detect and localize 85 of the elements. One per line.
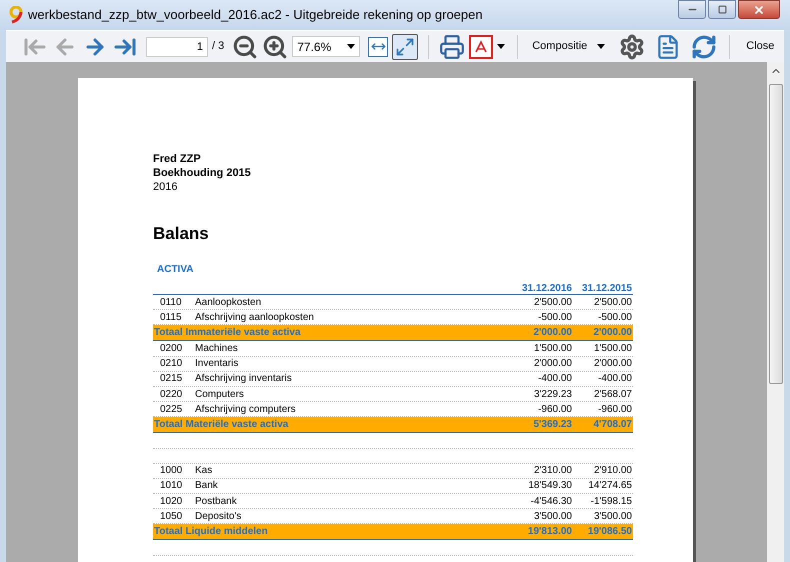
account-code: 1050 bbox=[159, 510, 184, 524]
account-code: 1020 bbox=[159, 494, 184, 509]
account-name: Kas bbox=[195, 464, 214, 478]
amount: 2'568.07 bbox=[592, 388, 633, 402]
app-logo-icon bbox=[8, 6, 24, 24]
report-header-line: 2016 bbox=[153, 180, 178, 194]
page-field[interactable]: 1 bbox=[146, 36, 208, 56]
account-name: Afschrijving inventaris bbox=[195, 372, 293, 386]
amount: -400.00 bbox=[597, 372, 633, 386]
account-name: Machines bbox=[195, 342, 239, 356]
report-header-line: Boekhouding 2015 bbox=[153, 166, 252, 180]
amount: 3'500.00 bbox=[532, 510, 573, 524]
total-amount: 5'369.23 bbox=[532, 418, 573, 432]
account-code: 1000 bbox=[159, 464, 184, 478]
settings-icon[interactable] bbox=[619, 34, 646, 60]
amount: 2'310.00 bbox=[532, 464, 573, 478]
account-code: 0200 bbox=[159, 342, 184, 356]
account-code: 0110 bbox=[159, 296, 183, 310]
account-name: Computers bbox=[195, 388, 245, 402]
amount: -1'598.15 bbox=[590, 494, 633, 509]
amount: -960.00 bbox=[537, 402, 573, 417]
amount: -500.00 bbox=[537, 310, 573, 325]
refresh-icon[interactable] bbox=[691, 34, 718, 60]
account-name: Bank bbox=[195, 479, 219, 494]
close-report-button[interactable]: Close bbox=[742, 38, 778, 55]
print-icon[interactable] bbox=[439, 34, 466, 60]
total-amount: 4'708.07 bbox=[592, 418, 633, 432]
amount: 2'500.00 bbox=[532, 296, 573, 310]
total-amount: 19'086.50 bbox=[586, 525, 633, 540]
account-code: 0210 bbox=[159, 357, 184, 372]
amount: 2'000.00 bbox=[592, 357, 633, 372]
window-title: werkbestand_zzp_btw_voorbeeld_2016.ac2 - Uitgebreide rekening op groepen bbox=[28, 6, 484, 24]
total-label: Totaal Immateriële vaste activa bbox=[153, 326, 302, 340]
pdf-icon[interactable] bbox=[469, 34, 494, 58]
maximize-icon bbox=[718, 5, 726, 14]
column-header: 31.12.2015 bbox=[580, 282, 633, 294]
caret-icon[interactable] bbox=[497, 44, 506, 49]
total-amount: 2'000.00 bbox=[592, 326, 633, 340]
layout-dropdown[interactable]: Compositie bbox=[530, 38, 608, 55]
close-button[interactable] bbox=[738, 0, 780, 19]
fit-page-button[interactable] bbox=[392, 34, 418, 60]
account-name: Afschrijving computers bbox=[195, 402, 297, 417]
amount: 3'229.23 bbox=[532, 388, 573, 402]
account-name: Inventaris bbox=[195, 357, 240, 372]
fit-width-button[interactable] bbox=[368, 36, 388, 56]
scrollbar[interactable] bbox=[767, 62, 784, 562]
account-name: Afschrijving aanloopkosten bbox=[195, 310, 315, 325]
report-title: Balans bbox=[153, 224, 210, 244]
zoom-in-icon[interactable] bbox=[262, 34, 288, 60]
amount: 1'500.00 bbox=[592, 342, 633, 356]
close-icon bbox=[753, 4, 765, 16]
account-code: 0225 bbox=[159, 402, 184, 417]
caret-icon bbox=[597, 44, 606, 49]
total-label: Totaal Liquide middelen bbox=[153, 525, 269, 540]
amount: -960.00 bbox=[597, 402, 633, 417]
minimize-button[interactable] bbox=[678, 0, 706, 19]
page-count: / 3 bbox=[212, 39, 224, 54]
section-heading: ACTIVA bbox=[156, 263, 194, 277]
amount: 14'274.65 bbox=[587, 479, 633, 494]
amount: 2'000.00 bbox=[532, 357, 573, 372]
zoom-out-icon[interactable] bbox=[232, 34, 258, 60]
account-name: Postbank bbox=[195, 494, 238, 509]
amount: 2'910.00 bbox=[592, 464, 633, 478]
account-name: Aanloopkosten bbox=[195, 296, 262, 310]
amount: -400.00 bbox=[537, 372, 573, 386]
total-amount: 2'000.00 bbox=[532, 326, 573, 340]
caret-icon bbox=[347, 44, 356, 49]
report-header-line: Fred ZZP bbox=[153, 152, 202, 166]
account-code: 0215 bbox=[159, 372, 184, 386]
account-code: 0115 bbox=[159, 310, 183, 325]
account-name: Deposito's bbox=[195, 510, 242, 524]
amount: -4'546.30 bbox=[530, 494, 573, 509]
amount: 18'549.30 bbox=[527, 479, 573, 494]
maximize-button[interactable] bbox=[708, 0, 736, 19]
scroll-thumb[interactable] bbox=[768, 84, 782, 384]
amount: 3'500.00 bbox=[592, 510, 633, 524]
account-code: 1010 bbox=[159, 479, 184, 494]
amount: -500.00 bbox=[597, 310, 633, 325]
total-amount: 19'813.00 bbox=[526, 525, 573, 540]
amount: 1'500.00 bbox=[532, 342, 573, 356]
zoom-dropdown[interactable]: 77.6% bbox=[292, 36, 360, 57]
account-code: 0220 bbox=[159, 388, 184, 402]
amount: 2'500.00 bbox=[592, 296, 633, 310]
total-label: Totaal Materiële vaste activa bbox=[153, 418, 290, 432]
column-header: 31.12.2016 bbox=[520, 282, 573, 294]
